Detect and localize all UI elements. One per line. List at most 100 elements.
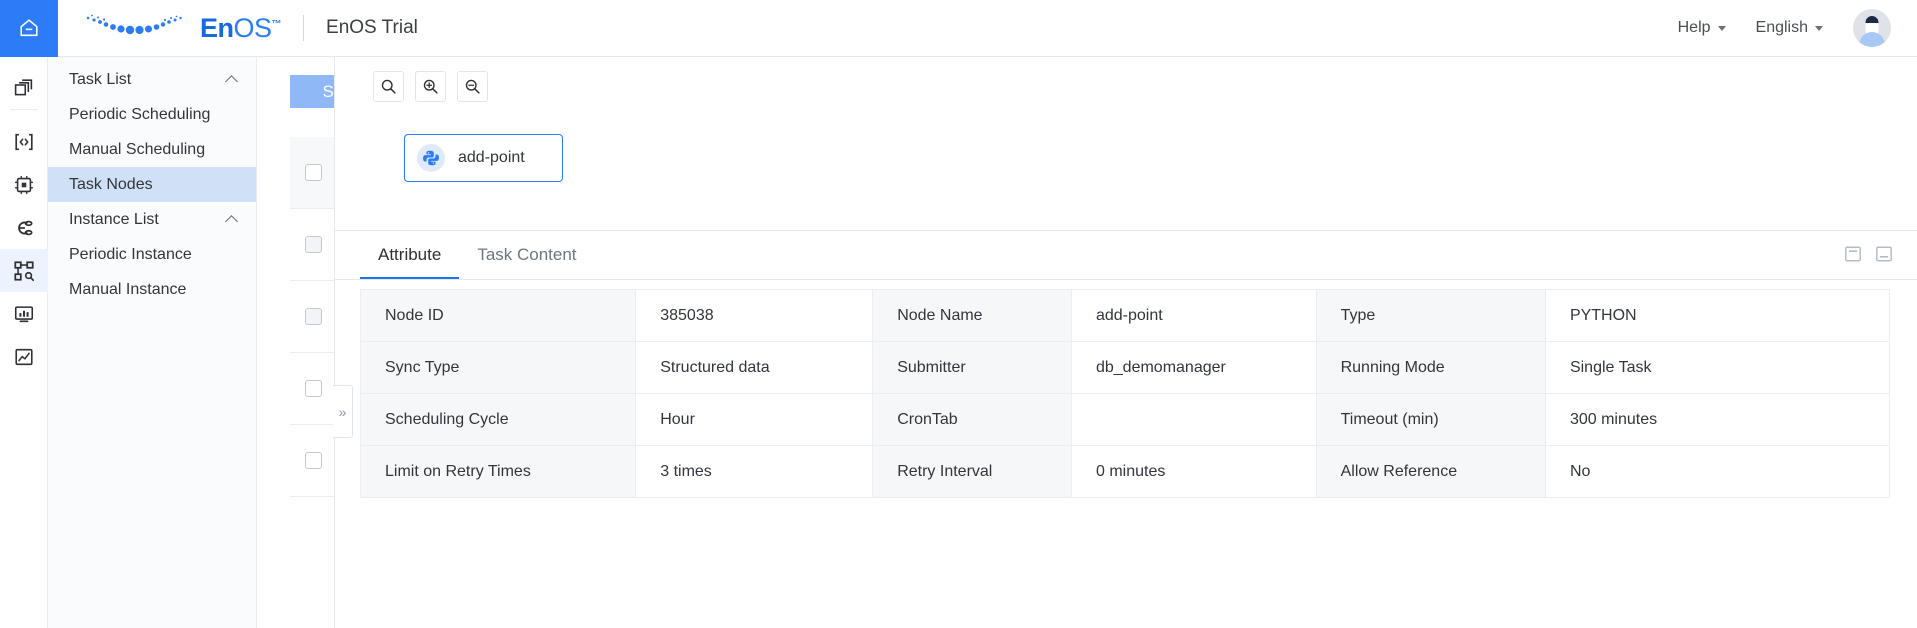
expand-panel-handle[interactable]: » — [333, 385, 353, 438]
sidebar-item-manual-scheduling[interactable]: Manual Scheduling — [48, 132, 256, 167]
attr-value: add-point — [1071, 289, 1317, 342]
table-row: Limit on Retry Times 3 times Retry Inter… — [360, 445, 1890, 498]
app-title: EnOS Trial — [326, 17, 418, 38]
nav-group-task-list[interactable]: Task List — [48, 62, 256, 97]
table-row: Node ID 385038 Node Name add-point Type … — [360, 289, 1890, 342]
chevron-up-icon — [225, 215, 238, 228]
nav-group-label: Instance List — [69, 210, 159, 228]
rail-item-data-flow[interactable] — [0, 206, 48, 249]
nav-group-label: Task List — [69, 70, 132, 88]
app-root: EnOS™ EnOS Trial Help English Task List … — [0, 0, 1917, 628]
sidebar-item-label: Task Nodes — [69, 175, 153, 193]
expand-handle-glyph: » — [338, 403, 347, 420]
home-button[interactable] — [0, 0, 58, 57]
attr-key: CronTab — [872, 393, 1072, 446]
detail-tabs: Attribute Task Content — [335, 231, 1917, 280]
chevron-down-icon — [1815, 25, 1823, 31]
panel-bottom-layout-icon[interactable] — [1875, 245, 1893, 268]
tab-attribute[interactable]: Attribute — [360, 231, 460, 279]
dashboard-icon — [14, 305, 33, 322]
panel-top-layout-icon[interactable] — [1844, 245, 1862, 268]
node-add-point[interactable]: add-point — [404, 134, 563, 182]
attr-key: Type — [1316, 289, 1546, 342]
row-checkbox[interactable] — [304, 308, 322, 325]
brand[interactable]: EnOS™ EnOS Trial — [58, 0, 418, 57]
zoom-in-button[interactable] — [415, 71, 446, 102]
apps-icon — [14, 79, 33, 96]
nav-sidebar: Task List Periodic Scheduling Manual Sch… — [48, 57, 257, 628]
rail-item-report[interactable] — [0, 335, 48, 378]
rail-item-dashboard[interactable] — [0, 292, 48, 335]
table-row: Sync Type Structured data Submitter db_d… — [360, 341, 1890, 394]
sidebar-item-label: Periodic Scheduling — [69, 105, 211, 123]
zoom-out-icon — [465, 79, 480, 94]
chevron-down-icon — [1717, 25, 1726, 31]
tab-label: Task Content — [477, 245, 577, 264]
tab-task-content[interactable]: Task Content — [459, 231, 594, 279]
header-actions: Help English — [1678, 9, 1917, 47]
detail-panel: Attribute Task Content Node ID 385038 No… — [334, 230, 1917, 628]
sidebar-item-periodic-instance[interactable]: Periodic Instance — [48, 237, 256, 272]
sidebar-item-manual-instance[interactable]: Manual Instance — [48, 272, 256, 307]
nav-group-instance-list[interactable]: Instance List — [48, 202, 256, 237]
attr-key: Allow Reference — [1316, 445, 1546, 498]
sidebar-item-task-nodes[interactable]: Task Nodes — [48, 167, 256, 202]
brand-en: En — [200, 12, 234, 43]
attr-value: db_demomanager — [1071, 341, 1317, 394]
attr-value: Hour — [635, 393, 874, 446]
avatar[interactable] — [1853, 9, 1891, 47]
enos-swoosh-logo — [80, 11, 198, 45]
attr-key: Timeout (min) — [1316, 393, 1546, 446]
top-header: EnOS™ EnOS Trial Help English — [0, 0, 1917, 57]
report-icon — [14, 348, 33, 365]
sidebar-item-label: Periodic Instance — [69, 245, 192, 263]
attr-value — [1071, 393, 1317, 446]
task-nodes-icon — [13, 260, 34, 281]
table-row[interactable] — [290, 353, 336, 425]
attr-value: 300 minutes — [1545, 393, 1890, 446]
table-row[interactable] — [290, 425, 336, 497]
rail-item-device[interactable] — [0, 163, 48, 206]
attr-value: 385038 — [635, 289, 874, 342]
row-checkbox[interactable] — [304, 164, 322, 181]
avatar-body — [1859, 32, 1885, 47]
header-divider — [303, 15, 305, 41]
zoom-out-button[interactable] — [457, 71, 488, 102]
language-label: English — [1755, 19, 1808, 36]
attr-key: Running Mode — [1316, 341, 1546, 394]
row-checkbox[interactable] — [304, 452, 322, 469]
sidebar-item-periodic-scheduling[interactable]: Periodic Scheduling — [48, 97, 256, 132]
help-label: Help — [1677, 19, 1711, 36]
attr-value: No — [1545, 445, 1890, 498]
rail-item-apps[interactable] — [0, 67, 48, 110]
sidebar-item-label: Manual Instance — [69, 280, 187, 298]
node-label: add-point — [458, 149, 525, 166]
code-icon — [14, 133, 33, 150]
row-checkbox[interactable] — [304, 380, 322, 397]
workflow-icon — [17, 220, 33, 235]
icon-rail — [0, 57, 48, 628]
sidebar-item-label: Manual Scheduling — [69, 140, 206, 158]
attr-key: Scheduling Cycle — [360, 393, 637, 446]
attr-key: Limit on Retry Times — [360, 445, 637, 498]
attr-value: Single Task — [1545, 341, 1890, 394]
home-icon — [20, 19, 38, 37]
brand-wordmark: EnOS™ — [200, 12, 282, 44]
rail-item-task-nodes[interactable] — [0, 249, 48, 292]
tab-label: Attribute — [378, 245, 442, 264]
search-button[interactable] — [373, 71, 404, 102]
table-row[interactable] — [290, 281, 336, 353]
zoom-in-icon — [423, 79, 438, 94]
brand-tm: ™ — [271, 18, 282, 30]
attr-key: Sync Type — [360, 341, 637, 394]
table-row[interactable] — [290, 137, 336, 209]
attr-key: Node Name — [872, 289, 1072, 342]
search-icon — [381, 79, 396, 94]
attr-key: Node ID — [360, 289, 637, 342]
attr-key: Retry Interval — [872, 445, 1072, 498]
rail-item-code[interactable] — [0, 120, 48, 163]
language-menu[interactable]: English — [1756, 19, 1823, 37]
help-menu[interactable]: Help — [1678, 19, 1726, 37]
table-row[interactable] — [290, 209, 336, 281]
row-checkbox[interactable] — [304, 236, 322, 253]
